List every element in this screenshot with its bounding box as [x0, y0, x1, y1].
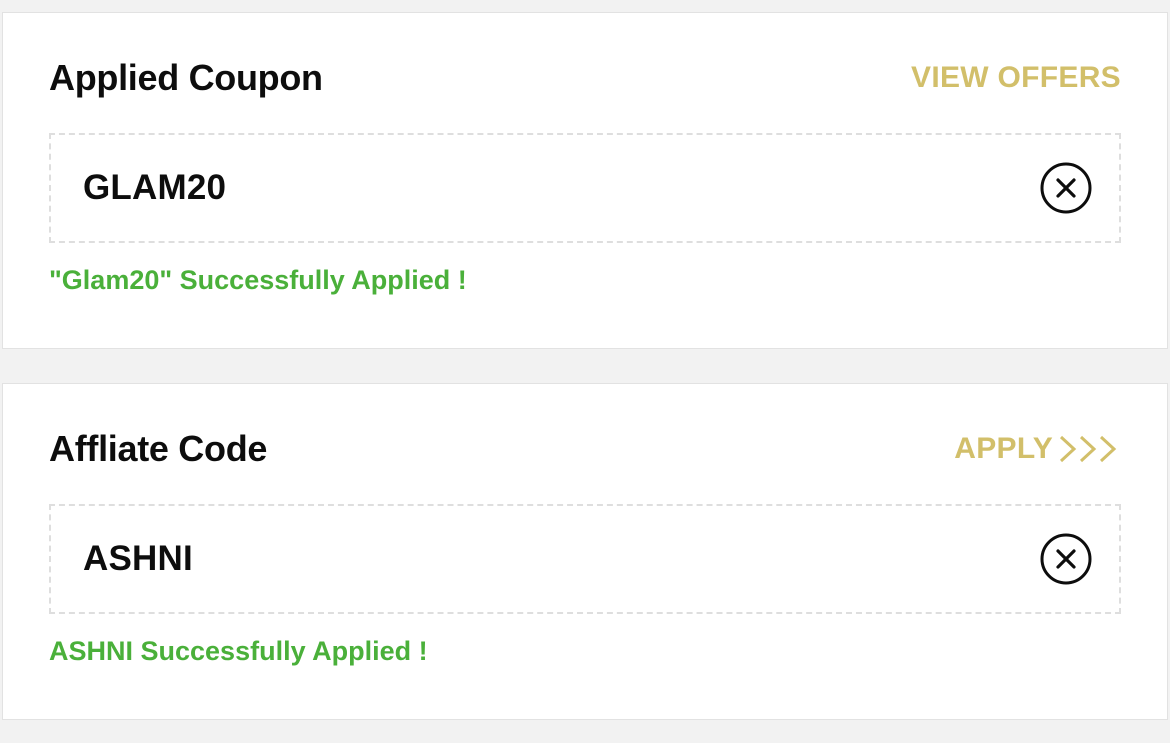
affiliate-code-header: Affliate Code APPLY: [49, 424, 1121, 474]
apply-button-label: APPLY: [954, 432, 1053, 465]
close-circle-icon[interactable]: [1039, 161, 1093, 215]
checkout-codes-page: Applied Coupon VIEW OFFERS GLAM20 "Glam2…: [0, 0, 1170, 743]
affiliate-code-card: Affliate Code APPLY ASHNI ASHNI Successf…: [2, 383, 1168, 720]
coupon-code-box: GLAM20: [49, 133, 1121, 243]
applied-coupon-card: Applied Coupon VIEW OFFERS GLAM20 "Glam2…: [2, 12, 1168, 349]
close-circle-icon[interactable]: [1039, 532, 1093, 586]
triple-chevron-right-icon: [1057, 434, 1121, 464]
coupon-success-message: "Glam20" Successfully Applied !: [49, 265, 467, 295]
affiliate-code-value: ASHNI: [83, 539, 193, 578]
coupon-code-value: GLAM20: [83, 168, 227, 207]
applied-coupon-title: Applied Coupon: [49, 57, 323, 98]
apply-button[interactable]: APPLY: [954, 432, 1121, 466]
affiliate-code-title: Affliate Code: [49, 428, 268, 469]
affiliate-code-box: ASHNI: [49, 504, 1121, 614]
affiliate-success-message: ASHNI Successfully Applied !: [49, 636, 428, 666]
applied-coupon-header: Applied Coupon VIEW OFFERS: [49, 53, 1121, 103]
view-offers-link[interactable]: VIEW OFFERS: [911, 61, 1121, 95]
